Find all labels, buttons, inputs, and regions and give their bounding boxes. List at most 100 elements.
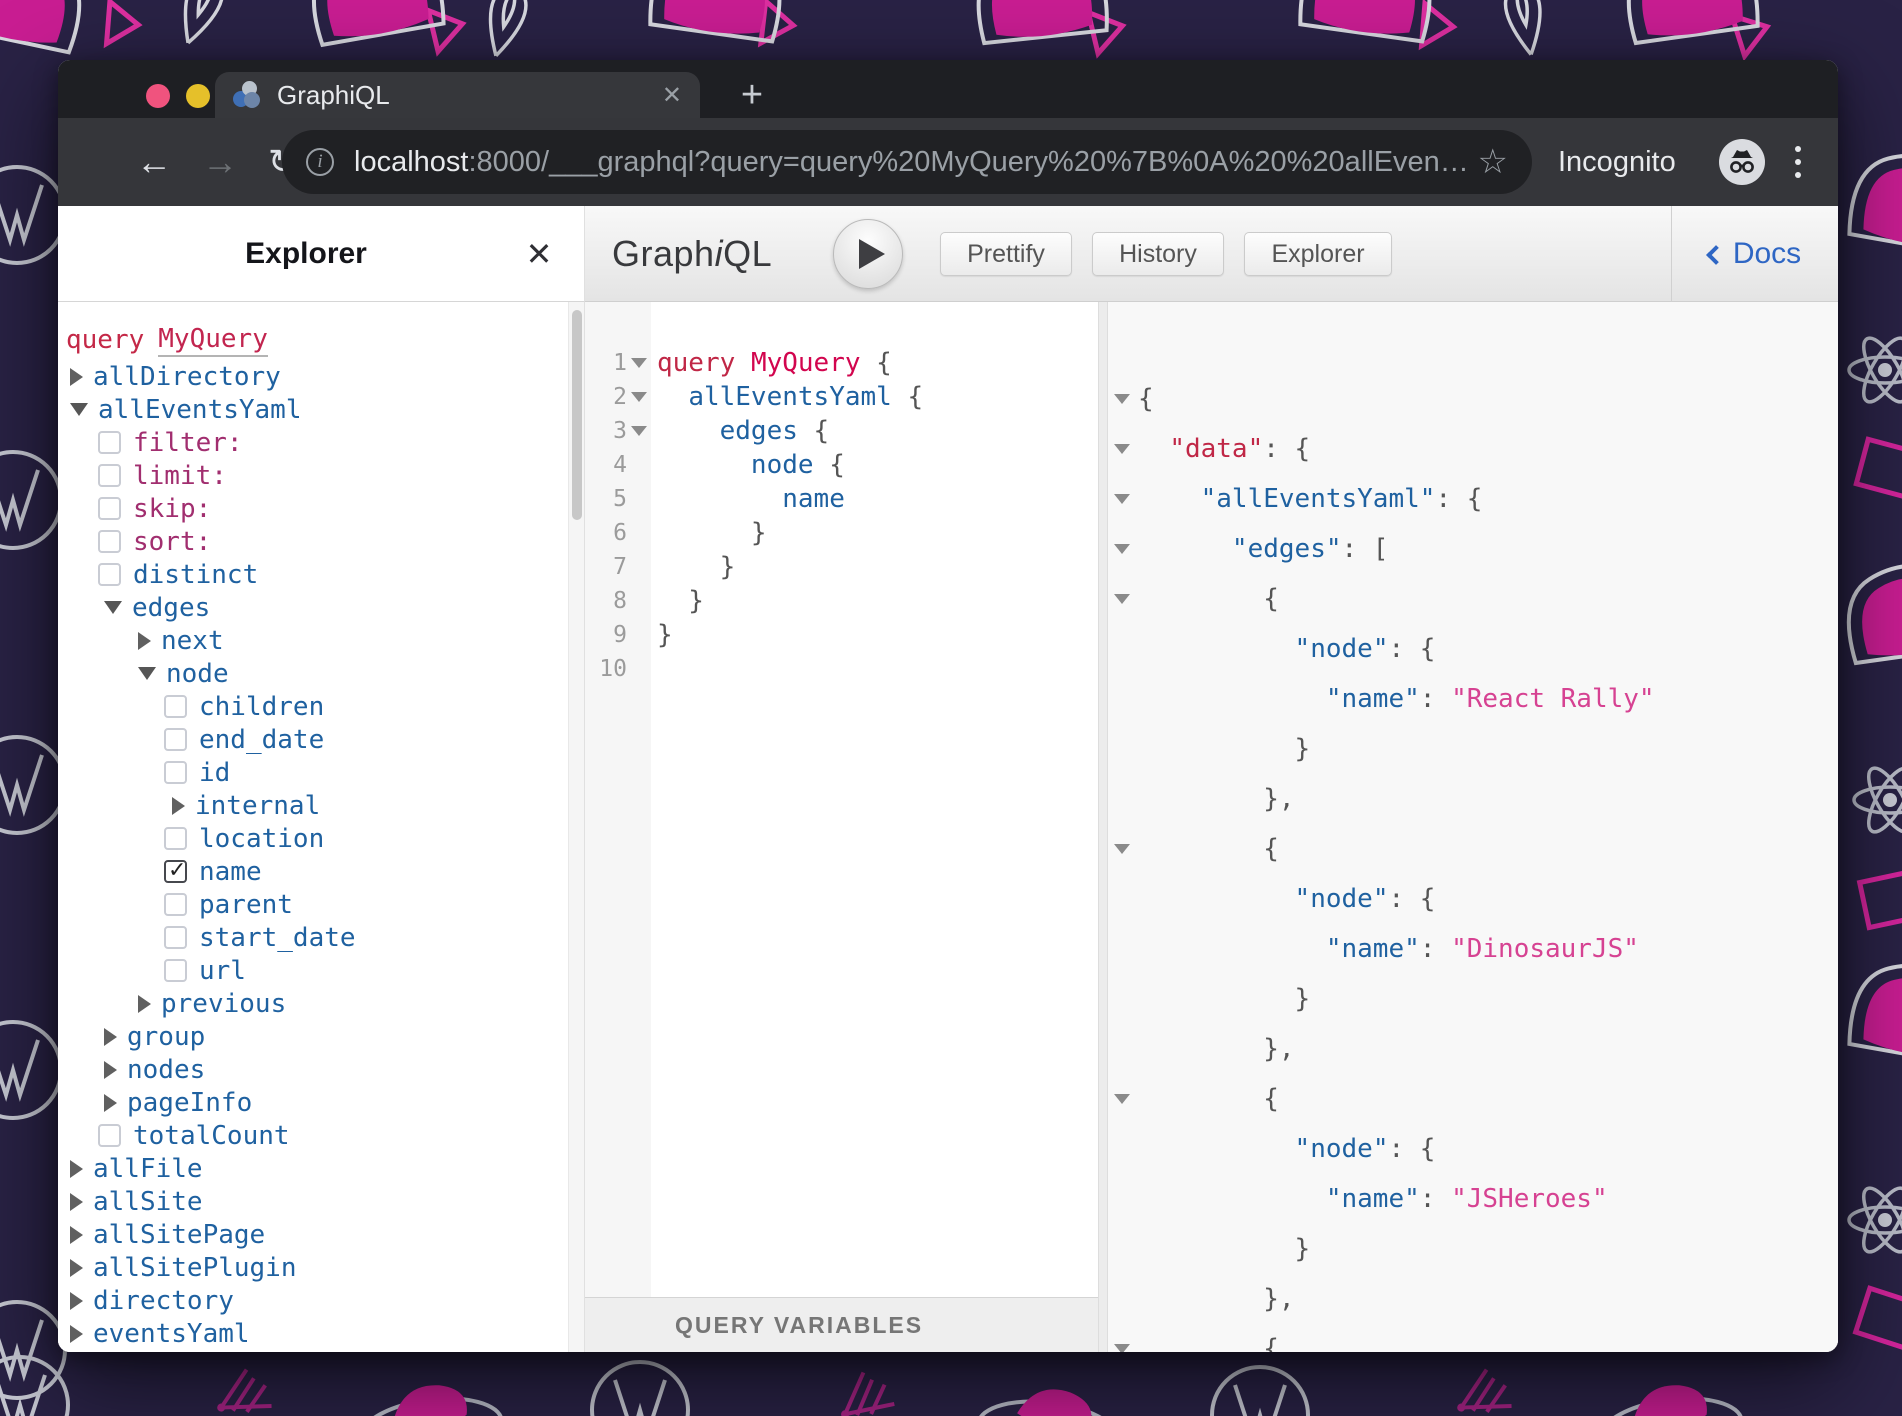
fold-arrow-icon[interactable] — [1108, 494, 1138, 504]
explorer-toggle-button[interactable]: Explorer — [1244, 232, 1392, 276]
tree-item-parent[interactable]: parent — [58, 888, 568, 921]
tree-item-label[interactable]: allFile — [93, 1154, 203, 1184]
tree-item-label[interactable]: allSite — [93, 1187, 203, 1217]
editor-line[interactable]: 3 edges { — [585, 414, 1098, 448]
tree-item-url[interactable]: url — [58, 954, 568, 987]
tree-item-label[interactable]: distinct — [133, 560, 258, 590]
unchecked-checkbox[interactable] — [164, 728, 187, 751]
tree-item-allSitePlugin[interactable]: allSitePlugin — [58, 1251, 568, 1284]
fold-arrow-icon[interactable] — [1108, 1094, 1138, 1104]
expand-arrow-icon[interactable] — [70, 1259, 83, 1277]
unchecked-checkbox[interactable] — [98, 431, 121, 454]
editor-code-text[interactable]: name — [657, 484, 845, 514]
tree-item-label[interactable]: filter: — [133, 428, 243, 458]
unchecked-checkbox[interactable] — [164, 695, 187, 718]
tree-item-skip[interactable]: skip: — [58, 492, 568, 525]
editor-code-text[interactable]: allEventsYaml { — [657, 382, 923, 412]
fold-arrow-icon[interactable] — [627, 392, 651, 402]
editor-code-text[interactable]: node { — [657, 450, 845, 480]
fold-arrow-icon[interactable] — [1108, 594, 1138, 604]
tree-item-label[interactable]: edges — [132, 593, 210, 623]
site-info-icon[interactable]: i — [306, 148, 334, 176]
tree-item-name[interactable]: name — [58, 855, 568, 888]
editor-line[interactable]: 10 — [585, 652, 1098, 686]
tree-item-label[interactable]: totalCount — [133, 1121, 290, 1151]
collapse-arrow-icon[interactable] — [70, 403, 88, 416]
tree-item-pageInfo[interactable]: pageInfo — [58, 1086, 568, 1119]
expand-arrow-icon[interactable] — [138, 995, 151, 1013]
tree-item-label[interactable]: allSitePage — [93, 1220, 265, 1250]
pane-resize-handle[interactable] — [1098, 302, 1108, 1352]
forward-icon[interactable]: → — [202, 144, 238, 180]
editor-line[interactable]: 6 } — [585, 516, 1098, 550]
editor-code-text[interactable]: edges { — [657, 416, 829, 446]
tree-item-directory[interactable]: directory — [58, 1284, 568, 1317]
tree-item-allSite[interactable]: allSite — [58, 1185, 568, 1218]
tree-item-distinct[interactable]: distinct — [58, 558, 568, 591]
browser-menu-icon[interactable] — [1788, 140, 1808, 184]
tree-item-label[interactable]: skip: — [133, 494, 211, 524]
tree-item-group[interactable]: group — [58, 1020, 568, 1053]
tree-item-allEventsYaml[interactable]: allEventsYaml — [58, 393, 568, 426]
bookmark-star-icon[interactable]: ☆ — [1478, 142, 1508, 182]
expand-arrow-icon[interactable] — [70, 1226, 83, 1244]
expand-arrow-icon[interactable] — [138, 632, 151, 650]
expand-arrow-icon[interactable] — [104, 1028, 117, 1046]
editor-code-text[interactable]: } — [657, 552, 735, 582]
tree-item-label[interactable]: allDirectory — [93, 362, 281, 392]
tree-item-filter[interactable]: filter: — [58, 426, 568, 459]
checked-checkbox[interactable] — [164, 860, 187, 883]
editor-line[interactable]: 5 name — [585, 482, 1098, 516]
tree-item-label[interactable]: allSitePlugin — [93, 1253, 297, 1283]
window-minimize-button[interactable] — [186, 84, 210, 108]
explorer-close-icon[interactable]: ✕ — [494, 235, 584, 273]
editor-line[interactable]: 1query MyQuery { — [585, 346, 1098, 380]
tree-item-allSitePage[interactable]: allSitePage — [58, 1218, 568, 1251]
editor-code-text[interactable]: query MyQuery { — [657, 348, 892, 378]
expand-arrow-icon[interactable] — [70, 368, 83, 386]
tree-item-label[interactable]: start_date — [199, 923, 356, 953]
unchecked-checkbox[interactable] — [164, 959, 187, 982]
expand-arrow-icon[interactable] — [172, 797, 185, 815]
query-name[interactable]: MyQuery — [158, 324, 268, 357]
editor-line[interactable]: 7 } — [585, 550, 1098, 584]
history-button[interactable]: History — [1092, 232, 1224, 276]
fold-arrow-icon[interactable] — [627, 358, 651, 368]
unchecked-checkbox[interactable] — [164, 761, 187, 784]
unchecked-checkbox[interactable] — [98, 497, 121, 520]
unchecked-checkbox[interactable] — [98, 1124, 121, 1147]
editor-line[interactable]: 9} — [585, 618, 1098, 652]
browser-tab[interactable]: GraphiQL ✕ — [215, 72, 700, 118]
tree-item-label[interactable]: parent — [199, 890, 293, 920]
unchecked-checkbox[interactable] — [164, 827, 187, 850]
fold-arrow-icon[interactable] — [1108, 444, 1138, 454]
tree-item-label[interactable]: node — [166, 659, 229, 689]
unchecked-checkbox[interactable] — [164, 926, 187, 949]
tree-item-nodes[interactable]: nodes — [58, 1053, 568, 1086]
tree-item-location[interactable]: location — [58, 822, 568, 855]
expand-arrow-icon[interactable] — [104, 1061, 117, 1079]
tree-item-children[interactable]: children — [58, 690, 568, 723]
tree-item-label[interactable]: url — [199, 956, 246, 986]
fold-arrow-icon[interactable] — [1108, 394, 1138, 404]
editor-code-text[interactable]: } — [657, 586, 704, 616]
tree-item-edges[interactable]: edges — [58, 591, 568, 624]
tree-item-label[interactable]: allEventsYaml — [98, 395, 302, 425]
tree-item-allFile[interactable]: allFile — [58, 1152, 568, 1185]
explorer-scrollbar[interactable] — [568, 302, 584, 1352]
tree-item-label[interactable]: nodes — [127, 1055, 205, 1085]
tree-item-label[interactable]: end_date — [199, 725, 324, 755]
tree-item-eventsYaml[interactable]: eventsYaml — [58, 1317, 568, 1350]
tree-item-allDirectory[interactable]: allDirectory — [58, 360, 568, 393]
fold-arrow-icon[interactable] — [1108, 844, 1138, 854]
docs-button[interactable]: Docs — [1671, 206, 1838, 302]
tree-item-label[interactable]: internal — [195, 791, 320, 821]
window-close-button[interactable] — [146, 84, 170, 108]
expand-arrow-icon[interactable] — [70, 1193, 83, 1211]
query-variables-bar[interactable]: QUERY VARIABLES — [585, 1297, 1098, 1352]
tree-item-label[interactable]: eventsYaml — [93, 1319, 250, 1349]
tree-item-label[interactable]: limit: — [133, 461, 227, 491]
tree-item-totalCount[interactable]: totalCount — [58, 1119, 568, 1152]
tree-item-node[interactable]: node — [58, 657, 568, 690]
tree-item-label[interactable]: location — [199, 824, 324, 854]
